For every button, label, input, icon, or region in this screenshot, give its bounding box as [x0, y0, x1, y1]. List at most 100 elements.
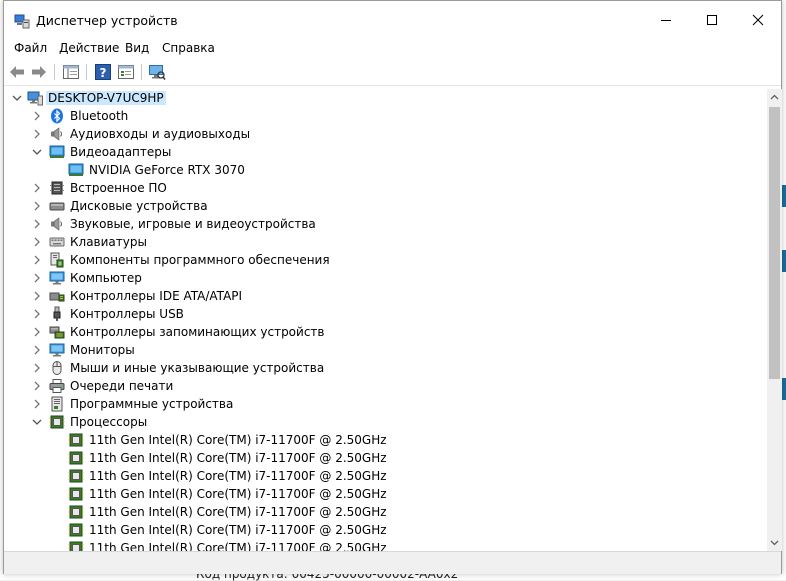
tree-item-label: Видеоадаптеры	[70, 145, 172, 159]
tree-item-label: Процессоры	[70, 415, 148, 429]
toolbar-separator	[86, 64, 87, 80]
tree-device-item[interactable]: 11th Gen Intel(R) Core(TM) i7-11700F @ 2…	[5, 467, 765, 485]
disk-drive-icon	[49, 202, 65, 211]
tree-item-label: Контроллеры IDE ATA/ATAPI	[70, 289, 243, 303]
chevron-right-icon[interactable]	[31, 108, 43, 124]
menu-help[interactable]: Справка	[162, 41, 215, 55]
background-accent-strip	[782, 250, 786, 272]
close-button[interactable]	[735, 1, 781, 39]
help-icon[interactable]: ?	[94, 63, 112, 81]
chevron-right-icon[interactable]	[31, 324, 43, 340]
device-tree[interactable]: DESKTOP-V7UC9HP Bluetooth Аудиовходы и ауд…	[5, 89, 765, 551]
toolbar: ?	[4, 59, 781, 86]
ide-controller-icon	[49, 292, 65, 302]
processor-icon	[68, 433, 84, 447]
speaker-icon	[51, 127, 62, 141]
title-bar[interactable]: Диспетчер устройств	[4, 1, 781, 39]
monitor-icon	[49, 343, 65, 357]
tree-category-item[interactable]: Компьютер	[5, 269, 765, 287]
menu-file[interactable]: Файл	[14, 41, 47, 55]
tree-category-item[interactable]: Компоненты программного обеспечения	[5, 251, 765, 269]
chevron-right-icon[interactable]	[31, 342, 43, 358]
background-accent-strip	[782, 378, 786, 400]
chevron-right-icon[interactable]	[31, 252, 43, 268]
tree-category-item[interactable]: Контроллеры IDE ATA/ATAPI	[5, 287, 765, 305]
tree-category-item[interactable]: Очереди печати	[5, 377, 765, 395]
tree-item-label: Программные устройства	[70, 397, 234, 411]
display-adapter-icon	[49, 145, 65, 158]
chevron-down-icon[interactable]	[11, 90, 23, 106]
tree-category-item[interactable]: Bluetooth	[5, 107, 765, 125]
scrollbar-thumb[interactable]	[769, 107, 780, 379]
tree-item-label: Bluetooth	[70, 109, 129, 123]
scroll-up-button[interactable]	[767, 89, 782, 105]
tree-category-item[interactable]: Клавиатуры	[5, 233, 765, 251]
tree-item-label: Компьютер	[70, 271, 142, 285]
chevron-right-icon[interactable]	[31, 216, 43, 232]
tree-category-item[interactable]: Дисковые устройства	[5, 197, 765, 215]
back-icon[interactable]	[8, 63, 26, 81]
tree-device-item[interactable]: 11th Gen Intel(R) Core(TM) i7-11700F @ 2…	[5, 449, 765, 467]
tree-item-label: Контроллеры USB	[70, 307, 184, 321]
chevron-right-icon[interactable]	[31, 288, 43, 304]
chevron-right-icon[interactable]	[31, 198, 43, 214]
properties-icon[interactable]	[117, 63, 135, 81]
tree-category-item[interactable]: Звуковые, игровые и видеоустройства	[5, 215, 765, 233]
storage-controller-icon	[49, 326, 65, 339]
tree-category-item[interactable]: Контроллеры запоминающих устройств	[5, 323, 765, 341]
tree-item-label: Аудиовходы и аудиовыходы	[70, 127, 251, 141]
tree-device-item[interactable]: 11th Gen Intel(R) Core(TM) i7-11700F @ 2…	[5, 485, 765, 503]
chevron-right-icon[interactable]	[31, 306, 43, 322]
tree-device-item[interactable]: 11th Gen Intel(R) Core(TM) i7-11700F @ 2…	[5, 539, 765, 551]
tree-device-item[interactable]: 11th Gen Intel(R) Core(TM) i7-11700F @ 2…	[5, 431, 765, 449]
tree-device-item[interactable]: NVIDIA GeForce RTX 3070	[5, 161, 765, 179]
show-hide-console-tree-icon[interactable]	[62, 63, 80, 81]
tree-item-label: 11th Gen Intel(R) Core(TM) i7-11700F @ 2…	[89, 523, 387, 537]
chevron-down-icon[interactable]	[31, 414, 43, 430]
tree-category-item[interactable]: Программные устройства	[5, 395, 765, 413]
tree-device-item[interactable]: 11th Gen Intel(R) Core(TM) i7-11700F @ 2…	[5, 503, 765, 521]
chevron-right-icon[interactable]	[31, 378, 43, 394]
keyboard-icon	[49, 237, 65, 247]
bluetooth-icon	[51, 108, 63, 124]
status-bar	[4, 551, 781, 574]
processor-icon	[68, 505, 84, 519]
chevron-right-icon[interactable]	[31, 270, 43, 286]
chevron-down-icon[interactable]	[31, 144, 43, 160]
tree-device-item[interactable]: 11th Gen Intel(R) Core(TM) i7-11700F @ 2…	[5, 521, 765, 539]
tree-category-item[interactable]: Мыши и иные указывающие устройства	[5, 359, 765, 377]
tree-item-label: 11th Gen Intel(R) Core(TM) i7-11700F @ 2…	[89, 433, 387, 447]
tree-item-label: DESKTOP-V7UC9HP	[46, 91, 166, 105]
menu-bar: Файл Действие Вид Справка	[4, 39, 781, 59]
tree-category-item[interactable]: Мониторы	[5, 341, 765, 359]
vertical-scrollbar[interactable]	[767, 89, 782, 551]
chevron-right-icon[interactable]	[31, 126, 43, 142]
tree-item-label: 11th Gen Intel(R) Core(TM) i7-11700F @ 2…	[89, 505, 387, 519]
menu-action[interactable]: Действие	[59, 41, 119, 55]
tree-category-item[interactable]: Контроллеры USB	[5, 305, 765, 323]
tree-item-label: Компоненты программного обеспечения	[70, 253, 330, 267]
chevron-right-icon[interactable]	[31, 234, 43, 250]
chevron-down-icon	[770, 540, 779, 546]
svg-text:?: ?	[100, 66, 107, 80]
tree-root-item[interactable]: DESKTOP-V7UC9HP	[5, 89, 765, 107]
menu-view[interactable]: Вид	[125, 41, 149, 55]
software-device-icon	[51, 396, 63, 412]
forward-icon[interactable]	[30, 63, 48, 81]
chevron-right-icon[interactable]	[31, 360, 43, 376]
tree-item-label: Клавиатуры	[70, 235, 147, 249]
scan-hardware-icon[interactable]	[148, 63, 166, 81]
maximize-button[interactable]	[689, 1, 735, 39]
tree-category-item[interactable]: Встроенное ПО	[5, 179, 765, 197]
processor-icon	[68, 487, 84, 501]
tree-category-item[interactable]: Процессоры	[5, 413, 765, 431]
scroll-down-button[interactable]	[767, 535, 782, 551]
tree-item-label: 11th Gen Intel(R) Core(TM) i7-11700F @ 2…	[89, 487, 387, 501]
chevron-right-icon[interactable]	[31, 396, 43, 412]
tree-category-item[interactable]: Видеоадаптеры	[5, 143, 765, 161]
tree-category-item[interactable]: Аудиовходы и аудиовыходы	[5, 125, 765, 143]
tree-item-label: 11th Gen Intel(R) Core(TM) i7-11700F @ 2…	[89, 469, 387, 483]
chevron-right-icon[interactable]	[31, 180, 43, 196]
minimize-button[interactable]	[643, 1, 689, 39]
mouse-icon	[52, 361, 62, 375]
